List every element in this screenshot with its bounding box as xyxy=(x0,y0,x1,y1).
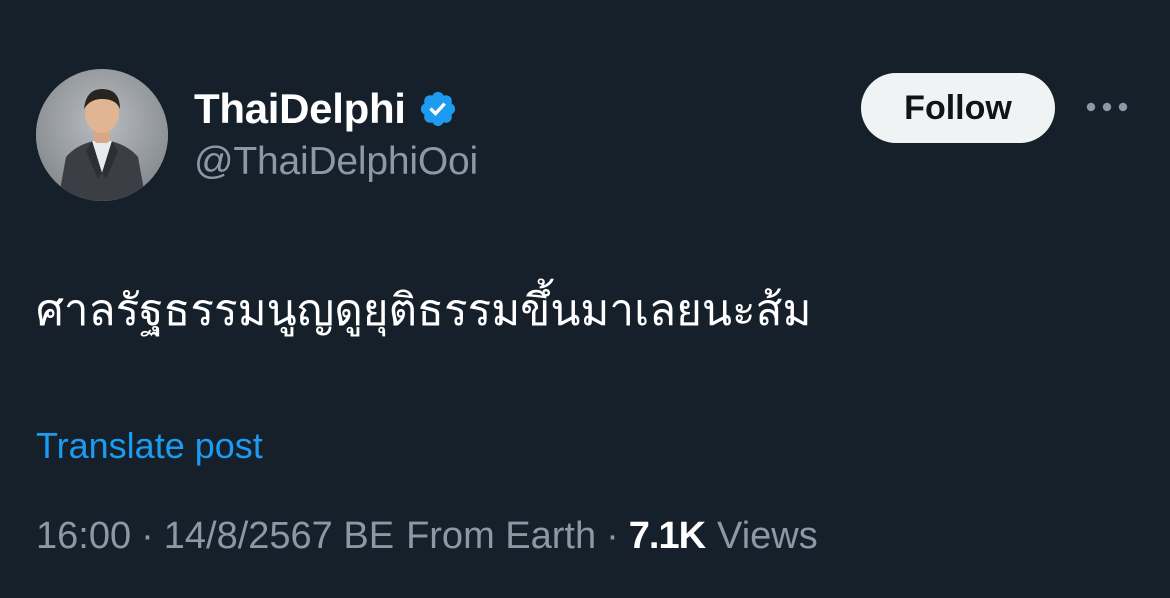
more-horizontal-icon xyxy=(1086,102,1128,112)
more-options-button[interactable] xyxy=(1084,92,1130,122)
post-meta: 16:00 · 14/8/2567 BE From Earth · 7.1K V… xyxy=(36,515,818,558)
author-display-name[interactable]: ThaiDelphi xyxy=(194,85,406,133)
follow-button[interactable]: Follow xyxy=(861,73,1055,143)
post-card: ThaiDelphi @ThaiDelphiOoi Follow ศาลรัฐธ… xyxy=(0,0,1170,598)
post-date[interactable]: 14/8/2567 BE xyxy=(164,515,394,558)
avatar-photo-icon xyxy=(36,69,168,201)
views-count[interactable]: 7.1K xyxy=(629,515,706,558)
avatar[interactable] xyxy=(36,69,168,201)
views-label[interactable]: Views xyxy=(717,515,818,558)
author-name-row: ThaiDelphi xyxy=(194,84,458,134)
post-source: From Earth xyxy=(406,515,597,557)
author-handle[interactable]: @ThaiDelphiOoi xyxy=(194,140,478,184)
meta-separator: · xyxy=(141,515,154,557)
post-time[interactable]: 16:00 xyxy=(36,515,131,558)
post-text: ศาลรัฐธรรมนูญดูยุติธรรมขึ้นมาเลยนะส้ม xyxy=(36,285,812,336)
verified-badge-icon xyxy=(418,89,458,129)
meta-separator: · xyxy=(606,515,619,557)
translate-post-link[interactable]: Translate post xyxy=(36,425,263,467)
